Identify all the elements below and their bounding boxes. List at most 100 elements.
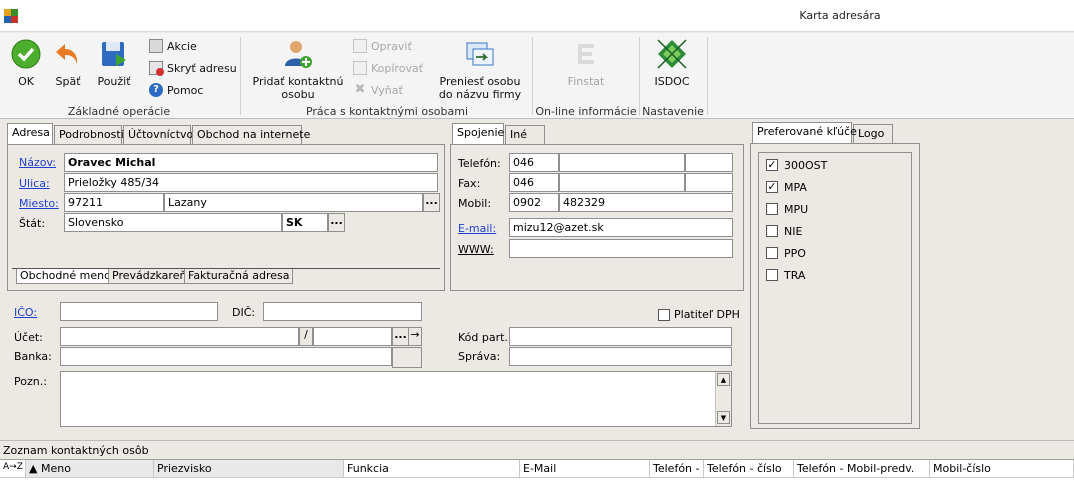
vat-payer-checkbox[interactable] (658, 309, 670, 321)
ico-field[interactable] (60, 302, 218, 321)
ico-label[interactable]: IČO: (14, 306, 37, 319)
name-field[interactable]: Oravec Michal (64, 153, 438, 172)
city-field[interactable]: Lazany (164, 193, 423, 212)
title-bar: Karta adresára (0, 0, 1074, 32)
dic-label: DIČ: (232, 306, 256, 319)
keys-list: ✓ 300OST ✓ MPA MPU NIE PPO TRA (758, 152, 912, 424)
mobile-prefix-field[interactable]: 0902 (509, 193, 559, 212)
column-header[interactable]: Funkcia (344, 460, 520, 478)
copy-icon (353, 61, 367, 75)
group-label-contacts: Práca s kontaktnými osobami (305, 105, 469, 118)
tab-other[interactable]: Iné (505, 125, 545, 144)
partner-code-field[interactable] (509, 327, 732, 346)
note-scrollbar[interactable]: ▲ ▼ (715, 372, 731, 426)
contacts-title: Zoznam kontaktných osôb (3, 444, 149, 457)
cut-button[interactable]: ✖ Vyňať (353, 81, 403, 99)
help-icon: ? (149, 83, 163, 97)
name-label[interactable]: Názov: (19, 156, 56, 169)
tab-billing-address[interactable]: Fakturačná adresa (184, 269, 294, 284)
mobile-number-field[interactable]: 482329 (559, 193, 733, 212)
tab-address[interactable]: Adresa (7, 123, 53, 144)
admin-label: Správa: (458, 350, 501, 363)
column-header[interactable]: Mobil-číslo (930, 460, 1074, 478)
email-field[interactable]: mizu12@azet.sk (509, 218, 733, 237)
phone-prefix-field[interactable]: 046 (509, 153, 559, 172)
ribbon: OK Späť Použiť Akcie Skryť adresu ? Pomo… (0, 33, 1074, 119)
account-label: Účet: (14, 331, 43, 344)
fax-ext-field[interactable] (685, 173, 733, 192)
key-checkbox[interactable] (766, 225, 778, 237)
cut-icon: ✖ (354, 82, 366, 97)
www-label[interactable]: WWW: (458, 243, 494, 256)
key-label: NIE (784, 225, 803, 238)
column-header[interactable]: E-Mail (520, 460, 650, 478)
bank-lookup-button[interactable]: ... (392, 327, 409, 346)
edit-button[interactable]: Opraviť (353, 37, 412, 55)
help-button[interactable]: ? Pomoc (149, 81, 203, 99)
key-checkbox[interactable]: ✓ (766, 181, 778, 193)
ok-button[interactable]: OK (8, 38, 44, 88)
isdoc-icon (657, 39, 687, 69)
hide-address-button[interactable]: Skryť adresu (149, 59, 237, 77)
tab-preferred-keys[interactable]: Preferované kľúče (752, 122, 857, 143)
note-field[interactable] (60, 371, 732, 427)
email-label[interactable]: E-mail: (458, 222, 496, 235)
keys-panel: ✓ 300OST ✓ MPA MPU NIE PPO TRA (750, 143, 920, 429)
account-field[interactable] (60, 327, 299, 346)
column-header[interactable]: ▲ Meno (26, 460, 154, 478)
country-lookup-button[interactable]: ... (328, 213, 345, 232)
tab-logo[interactable]: Logo (853, 124, 893, 143)
phone-number-field[interactable] (559, 153, 685, 172)
column-header[interactable]: Telefón - číslo (704, 460, 794, 478)
finstat-button[interactable]: Finstat (556, 38, 616, 88)
key-checkbox[interactable]: ✓ (766, 159, 778, 171)
use-button[interactable]: Použiť (94, 38, 134, 88)
vat-payer-label: Platiteľ DPH (674, 308, 740, 321)
street-field[interactable]: Prieložky 485/34 (64, 173, 438, 192)
tab-internet-business[interactable]: Obchod na internete (192, 125, 310, 144)
tab-accounting[interactable]: Účtovníctvo (123, 125, 193, 144)
column-header[interactable]: Priezvisko (154, 460, 344, 478)
bank-code-field[interactable] (313, 327, 392, 346)
fax-prefix-field[interactable]: 046 (509, 173, 559, 192)
admin-field[interactable] (509, 347, 732, 366)
key-checkbox[interactable] (766, 203, 778, 215)
copy-button[interactable]: Kopírovať (353, 59, 423, 77)
bank-field[interactable] (60, 347, 392, 366)
actions-button[interactable]: Akcie (149, 37, 197, 55)
note-label: Pozn.: (14, 375, 47, 388)
group-label-basic: Základné operácie (67, 105, 171, 118)
zip-field[interactable]: 97211 (64, 193, 164, 212)
back-button[interactable]: Späť (52, 38, 84, 88)
scroll-up-icon[interactable]: ▲ (717, 373, 730, 386)
account-arrow-button[interactable]: → (408, 327, 422, 346)
undo-arrow-icon (56, 44, 78, 64)
city-lookup-button[interactable]: ... (423, 193, 440, 212)
contact-panel: Telefón: 046 Fax: 046 Mobil: 0902 482329… (450, 144, 744, 291)
fax-number-field[interactable] (559, 173, 685, 192)
transfer-button[interactable]: Preniesť osobu do názvu firmy (436, 38, 524, 101)
www-field[interactable] (509, 239, 733, 258)
tab-business-name[interactable]: Obchodné meno (16, 269, 115, 284)
contacts-grid: A→Z ▲ Meno Priezvisko Funkcia E-Mail Tel… (0, 459, 1074, 495)
dic-field[interactable] (263, 302, 422, 321)
tab-branch[interactable]: Prevádzkareň (108, 269, 191, 284)
country-code-field[interactable]: SK (282, 213, 328, 232)
isdoc-button[interactable]: ISDOC (650, 38, 694, 88)
column-header[interactable]: Telefón - Mobil-predv. (794, 460, 930, 478)
key-checkbox[interactable] (766, 247, 778, 259)
phone-ext-field[interactable] (685, 153, 733, 172)
add-contact-button[interactable]: Pridať kontaktnú osobu (250, 38, 346, 101)
tab-details[interactable]: Podrobnosti (54, 125, 124, 144)
country-field[interactable]: Slovensko (64, 213, 282, 232)
street-label[interactable]: Ulica: (19, 177, 50, 190)
tab-connection[interactable]: Spojenie (452, 123, 504, 144)
sort-icon[interactable]: A→Z (0, 460, 26, 478)
window-title: Karta adresára (799, 9, 881, 22)
key-checkbox[interactable] (766, 269, 778, 281)
column-header[interactable]: Telefón - p (650, 460, 704, 478)
key-label: PPO (784, 247, 806, 260)
key-label: MPA (784, 181, 807, 194)
scroll-down-icon[interactable]: ▼ (717, 411, 730, 424)
city-label[interactable]: Miesto: (19, 197, 59, 210)
